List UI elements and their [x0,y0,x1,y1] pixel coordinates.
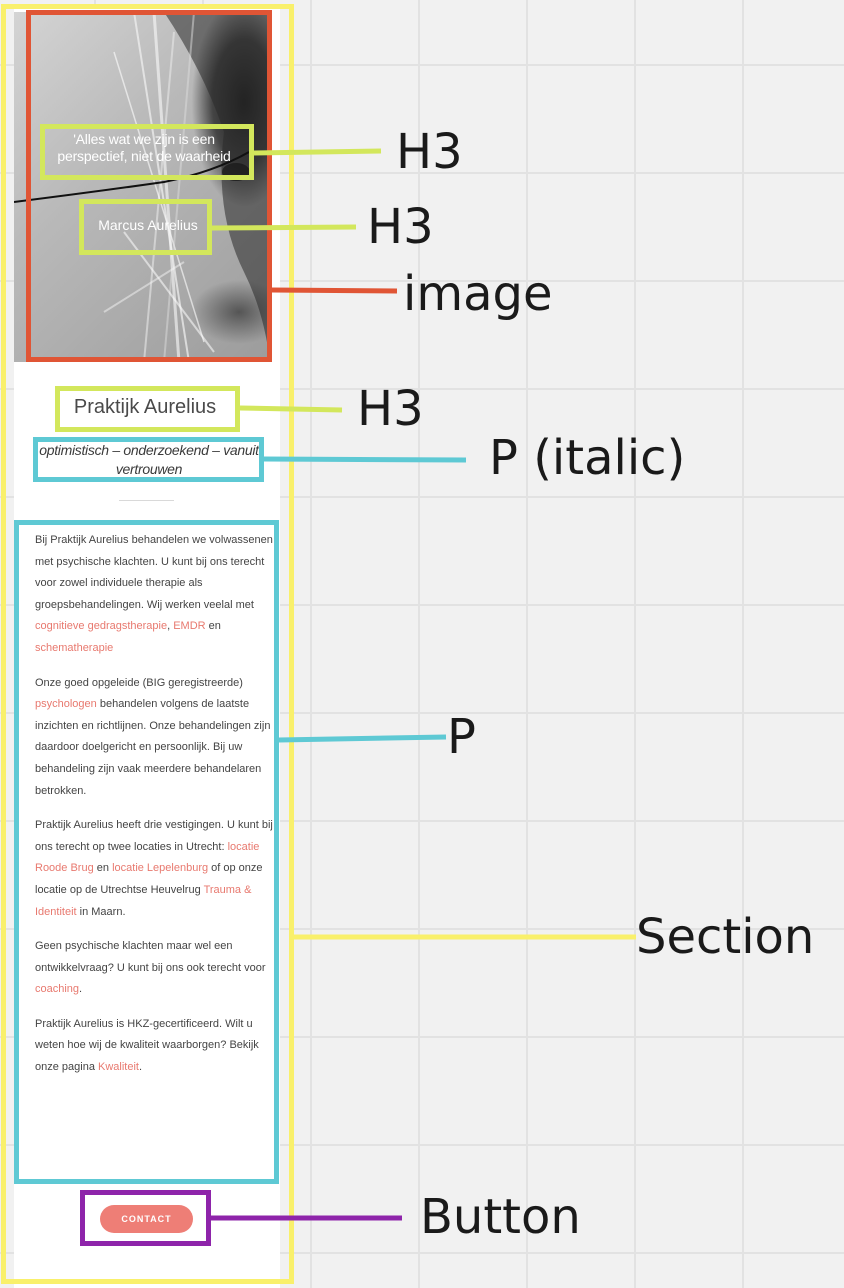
label-title-h3: H3 [357,381,424,437]
label-tagline-p-italic: P (italic) [489,430,686,486]
label-image: image [403,266,553,322]
label-button: Button [420,1189,581,1245]
connector-tagline [263,456,467,463]
annotation-connectors [211,148,636,1221]
label-section: Section [636,909,815,965]
connector-title [239,405,343,413]
connector-author [211,224,357,231]
connector-quote [253,148,382,156]
label-quote-h3: H3 [396,124,463,180]
label-paragraphs-p: P [447,709,476,765]
connector-paragraphs [278,734,447,743]
label-author-h3: H3 [367,199,434,255]
connector-image [271,287,398,294]
